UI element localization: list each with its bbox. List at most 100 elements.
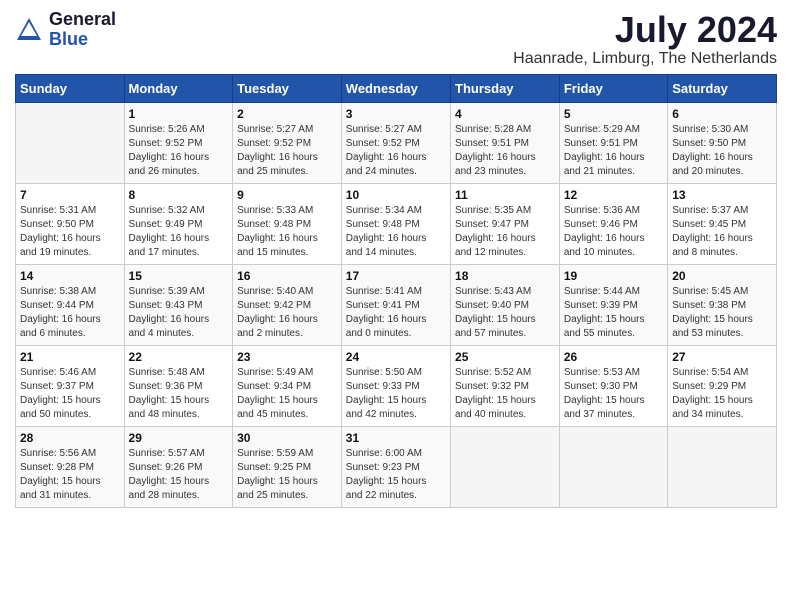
calendar-cell: 24 Sunrise: 5:50 AMSunset: 9:33 PMDayligh… (341, 345, 450, 426)
day-number: 26 (564, 350, 663, 364)
day-number: 28 (20, 431, 120, 445)
day-number: 25 (455, 350, 555, 364)
day-info: Sunrise: 5:52 AMSunset: 9:32 PMDaylight:… (455, 366, 555, 422)
calendar-cell: 31 Sunrise: 6:00 AMSunset: 9:23 PMDayligh… (341, 426, 450, 507)
day-number: 24 (346, 350, 446, 364)
day-info: Sunrise: 5:37 AMSunset: 9:45 PMDaylight:… (672, 204, 772, 260)
day-info: Sunrise: 6:00 AMSunset: 9:23 PMDaylight:… (346, 447, 446, 503)
day-info: Sunrise: 5:54 AMSunset: 9:29 PMDaylight:… (672, 366, 772, 422)
day-number: 5 (564, 107, 663, 121)
calendar-cell: 28Sunrise: 5:56 AMSunset: 9:28 PMDayligh… (16, 426, 125, 507)
calendar-cell: 15Sunrise: 5:39 AMSunset: 9:43 PMDayligh… (124, 264, 233, 345)
weekday-header-thursday: Thursday (451, 74, 560, 102)
day-number: 8 (129, 188, 229, 202)
day-info: Sunrise: 5:28 AMSunset: 9:51 PMDaylight:… (455, 123, 555, 179)
day-number: 20 (672, 269, 772, 283)
day-number: 1 (129, 107, 229, 121)
day-number: 21 (20, 350, 120, 364)
day-info: Sunrise: 5:59 AMSunset: 9:25 PMDaylight:… (237, 447, 337, 503)
logo: General Blue (15, 10, 116, 50)
calendar-cell (668, 426, 777, 507)
day-info: Sunrise: 5:39 AMSunset: 9:43 PMDaylight:… (129, 285, 229, 341)
day-number: 10 (346, 188, 446, 202)
day-info: Sunrise: 5:50 AMSunset: 9:33 PMDaylight:… (346, 366, 446, 422)
day-info: Sunrise: 5:46 AMSunset: 9:37 PMDaylight:… (20, 366, 120, 422)
day-number: 12 (564, 188, 663, 202)
day-number: 18 (455, 269, 555, 283)
calendar-cell: 19 Sunrise: 5:44 AMSunset: 9:39 PMDayligh… (559, 264, 667, 345)
weekday-header-saturday: Saturday (668, 74, 777, 102)
calendar-week-row: 21 Sunrise: 5:46 AMSunset: 9:37 PMDayligh… (16, 345, 777, 426)
calendar-cell: 27 Sunrise: 5:54 AMSunset: 9:29 PMDayligh… (668, 345, 777, 426)
day-info: Sunrise: 5:41 AMSunset: 9:41 PMDaylight:… (346, 285, 446, 341)
calendar-header-row: SundayMondayTuesdayWednesdayThursdayFrid… (16, 74, 777, 102)
calendar-cell: 12 Sunrise: 5:36 AMSunset: 9:46 PMDayligh… (559, 183, 667, 264)
day-info: Sunrise: 5:26 AMSunset: 9:52 PMDaylight:… (129, 123, 229, 179)
calendar-week-row: 14 Sunrise: 5:38 AMSunset: 9:44 PMDayligh… (16, 264, 777, 345)
day-number: 2 (237, 107, 337, 121)
calendar-cell (16, 102, 125, 183)
title-block: July 2024 Haanrade, Limburg, The Netherl… (513, 10, 777, 68)
day-number: 31 (346, 431, 446, 445)
day-info: Sunrise: 5:35 AMSunset: 9:47 PMDaylight:… (455, 204, 555, 260)
calendar-cell: 23 Sunrise: 5:49 AMSunset: 9:34 PMDayligh… (233, 345, 342, 426)
day-number: 14 (20, 269, 120, 283)
day-number: 4 (455, 107, 555, 121)
day-info: Sunrise: 5:49 AMSunset: 9:34 PMDaylight:… (237, 366, 337, 422)
day-info: Sunrise: 5:57 AMSunset: 9:26 PMDaylight:… (129, 447, 229, 503)
calendar-cell: 21 Sunrise: 5:46 AMSunset: 9:37 PMDayligh… (16, 345, 125, 426)
day-number: 9 (237, 188, 337, 202)
calendar-cell: 7 Sunrise: 5:31 AMSunset: 9:50 PMDaylight… (16, 183, 125, 264)
day-number: 23 (237, 350, 337, 364)
calendar-cell: 1 Sunrise: 5:26 AMSunset: 9:52 PMDaylight… (124, 102, 233, 183)
day-info: Sunrise: 5:38 AMSunset: 9:44 PMDaylight:… (20, 285, 120, 341)
day-info: Sunrise: 5:30 AMSunset: 9:50 PMDaylight:… (672, 123, 772, 179)
calendar-cell: 26 Sunrise: 5:53 AMSunset: 9:30 PMDayligh… (559, 345, 667, 426)
calendar-cell: 29 Sunrise: 5:57 AMSunset: 9:26 PMDayligh… (124, 426, 233, 507)
calendar-cell (559, 426, 667, 507)
day-info: Sunrise: 5:48 AMSunset: 9:36 PMDaylight:… (129, 366, 229, 422)
calendar-cell: 30 Sunrise: 5:59 AMSunset: 9:25 PMDayligh… (233, 426, 342, 507)
day-info: Sunrise: 5:53 AMSunset: 9:30 PMDaylight:… (564, 366, 663, 422)
day-number: 19 (564, 269, 663, 283)
weekday-header-wednesday: Wednesday (341, 74, 450, 102)
day-info: Sunrise: 5:34 AMSunset: 9:48 PMDaylight:… (346, 204, 446, 260)
calendar-cell: 8 Sunrise: 5:32 AMSunset: 9:49 PMDaylight… (124, 183, 233, 264)
month-title: July 2024 (513, 10, 777, 50)
day-number: 7 (20, 188, 120, 202)
calendar-table: SundayMondayTuesdayWednesdayThursdayFrid… (15, 74, 777, 508)
location-text: Haanrade, Limburg, The Netherlands (513, 50, 777, 68)
day-info: Sunrise: 5:40 AMSunset: 9:42 PMDaylight:… (237, 285, 337, 341)
calendar-week-row: 7 Sunrise: 5:31 AMSunset: 9:50 PMDaylight… (16, 183, 777, 264)
calendar-cell: 3Sunrise: 5:27 AMSunset: 9:52 PMDaylight… (341, 102, 450, 183)
weekday-header-sunday: Sunday (16, 74, 125, 102)
calendar-cell: 4 Sunrise: 5:28 AMSunset: 9:51 PMDaylight… (451, 102, 560, 183)
day-info: Sunrise: 5:32 AMSunset: 9:49 PMDaylight:… (129, 204, 229, 260)
calendar-cell: 2Sunrise: 5:27 AMSunset: 9:52 PMDaylight… (233, 102, 342, 183)
day-number: 6 (672, 107, 772, 121)
calendar-cell: 13Sunrise: 5:37 AMSunset: 9:45 PMDayligh… (668, 183, 777, 264)
day-info: Sunrise: 5:27 AMSunset: 9:52 PMDaylight:… (346, 123, 446, 179)
calendar-cell: 6 Sunrise: 5:30 AMSunset: 9:50 PMDaylight… (668, 102, 777, 183)
logo-blue-text: Blue (49, 30, 116, 50)
day-number: 30 (237, 431, 337, 445)
calendar-week-row: 1 Sunrise: 5:26 AMSunset: 9:52 PMDaylight… (16, 102, 777, 183)
calendar-cell: 25 Sunrise: 5:52 AMSunset: 9:32 PMDayligh… (451, 345, 560, 426)
logo-icon (15, 16, 43, 44)
day-info: Sunrise: 5:45 AMSunset: 9:38 PMDaylight:… (672, 285, 772, 341)
day-info: Sunrise: 5:44 AMSunset: 9:39 PMDaylight:… (564, 285, 663, 341)
day-number: 27 (672, 350, 772, 364)
calendar-cell: 11Sunrise: 5:35 AMSunset: 9:47 PMDayligh… (451, 183, 560, 264)
calendar-week-row: 28Sunrise: 5:56 AMSunset: 9:28 PMDayligh… (16, 426, 777, 507)
weekday-header-friday: Friday (559, 74, 667, 102)
weekday-header-tuesday: Tuesday (233, 74, 342, 102)
day-number: 16 (237, 269, 337, 283)
day-number: 29 (129, 431, 229, 445)
day-info: Sunrise: 5:43 AMSunset: 9:40 PMDaylight:… (455, 285, 555, 341)
page-header: General Blue July 2024 Haanrade, Limburg… (15, 10, 777, 68)
day-info: Sunrise: 5:36 AMSunset: 9:46 PMDaylight:… (564, 204, 663, 260)
logo-general-text: General (49, 10, 116, 30)
day-number: 17 (346, 269, 446, 283)
day-info: Sunrise: 5:31 AMSunset: 9:50 PMDaylight:… (20, 204, 120, 260)
calendar-cell: 9Sunrise: 5:33 AMSunset: 9:48 PMDaylight… (233, 183, 342, 264)
